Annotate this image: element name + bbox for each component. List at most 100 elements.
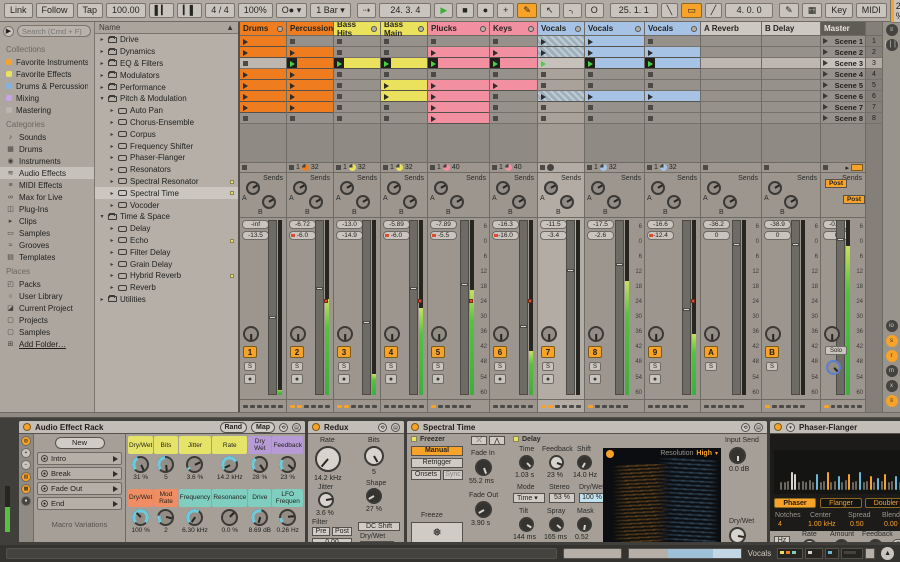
macro-knob[interactable] — [132, 508, 150, 526]
clip-slot[interactable] — [381, 58, 427, 69]
arm-button[interactable]: ● — [432, 374, 444, 384]
clip-slot[interactable] — [381, 91, 427, 102]
macro-value[interactable]: 0.0 % — [221, 527, 238, 534]
clip-slot[interactable] — [645, 113, 700, 124]
clip-slot[interactable] — [585, 80, 644, 91]
clip-stop-icon[interactable] — [384, 39, 389, 44]
spectral-title-bar[interactable]: Spectral Time ⟲ ▤ — [407, 421, 767, 434]
spray-value[interactable]: 165 ms — [544, 534, 567, 541]
clip-slot[interactable] — [287, 58, 333, 69]
sidebar-item-samples[interactable]: ▭ Samples — [0, 227, 94, 239]
clip-stop-icon[interactable] — [384, 50, 389, 55]
draw-pencil-icon[interactable]: ✎ — [779, 3, 799, 18]
hot-swap-icon[interactable]: ⟲ — [279, 422, 288, 432]
amount-knob[interactable] — [834, 539, 849, 542]
arm-button[interactable]: ● — [244, 374, 256, 384]
clip-play-icon[interactable] — [290, 82, 295, 89]
tree-caret-icon[interactable]: ▸ — [109, 166, 115, 173]
scene-play-icon[interactable] — [823, 82, 828, 88]
blend-value[interactable]: 0.00 — [884, 521, 898, 528]
fader-handle[interactable] — [616, 262, 623, 266]
sidebar-item-max-for-live[interactable]: ∞ Max for Live — [0, 191, 94, 203]
variation-launch-icon[interactable] — [113, 470, 118, 477]
scene-number[interactable]: 5 — [866, 80, 882, 91]
sends-post_b-toggle[interactable]: Post — [843, 195, 865, 204]
fader-handle[interactable] — [520, 324, 527, 328]
rate-knob[interactable] — [802, 539, 817, 542]
tree-item-vocoder[interactable]: ▸ Vocoder — [95, 199, 238, 211]
clip-stop-icon[interactable] — [337, 83, 342, 88]
phaser-feedback-knob[interactable] — [868, 539, 883, 542]
send-b-knob[interactable] — [309, 195, 323, 209]
clip-play-icon[interactable] — [290, 71, 295, 78]
return-activator-button[interactable]: A — [704, 346, 718, 358]
freeze-button[interactable]: ❅ — [411, 522, 463, 542]
mode-dropdown[interactable]: Time ▾ — [513, 493, 545, 503]
solo-button[interactable]: S — [291, 362, 303, 371]
tree-item-delay[interactable]: ▸ Delay — [95, 223, 238, 235]
spectral-activator-led[interactable] — [411, 423, 419, 431]
clip-stop-icon[interactable] — [493, 116, 498, 121]
clip-playing-box[interactable] — [334, 58, 344, 68]
clip-stop-icon[interactable] — [648, 105, 653, 110]
volume-display[interactable]: -13.0 — [336, 220, 363, 229]
device-chain-thumbnails[interactable] — [777, 548, 876, 559]
tree-caret-icon[interactable]: ▸ — [109, 190, 115, 197]
cue-volume-knob[interactable] — [826, 360, 841, 375]
volume-fader[interactable] — [268, 220, 277, 395]
volume-fader[interactable] — [460, 220, 469, 395]
clip-slot[interactable] — [381, 36, 427, 47]
clip-stop-button[interactable] — [587, 165, 592, 170]
clip-stop-icon[interactable] — [648, 116, 653, 121]
tree-caret-icon[interactable]: ▸ — [99, 60, 105, 67]
clip-slot[interactable] — [585, 58, 644, 69]
clip-slot[interactable] — [240, 113, 286, 124]
pan-knob[interactable] — [493, 326, 509, 342]
clip-stop-button[interactable] — [703, 165, 708, 170]
clip-slot[interactable] — [240, 36, 286, 47]
pan-knob[interactable] — [290, 326, 306, 342]
rack-devices-toggle[interactable]: ▩ — [21, 484, 31, 494]
tree-item-time-space[interactable]: ▾ Time & Space — [95, 211, 238, 223]
tree-item-modulators[interactable]: ▸ Modulators — [95, 69, 238, 81]
clip-slot[interactable] — [538, 36, 584, 47]
back-to-arr-play-icon[interactable]: ▸ — [845, 164, 849, 172]
clip-slot[interactable] — [334, 80, 380, 91]
clip-stop-button[interactable] — [492, 165, 497, 170]
loop-length-field[interactable]: 4. 0. 0 — [725, 3, 774, 18]
scene-play-icon[interactable] — [823, 104, 828, 110]
clip-stop-icon[interactable] — [541, 72, 546, 77]
sidebar-item-templates[interactable]: ▤ Templates — [0, 251, 94, 263]
pan-knob[interactable] — [765, 326, 781, 342]
clip-play-icon[interactable] — [588, 49, 593, 56]
spread-value[interactable]: 0.50 — [850, 521, 864, 528]
macro-knob[interactable] — [251, 456, 269, 473]
place-item-5[interactable]: ⊞ Add Folder… — [0, 338, 94, 350]
volume-display[interactable]: -38.9 — [764, 220, 791, 229]
tree-item-resonators[interactable]: ▸ Resonators — [95, 164, 238, 176]
clip-slot[interactable] — [585, 113, 644, 124]
delay-section-toggle[interactable] — [513, 436, 519, 442]
macro-value[interactable]: 28 % — [252, 474, 267, 481]
center-value[interactable]: 1.00 kHz — [808, 521, 836, 528]
variation-camera-icon[interactable]: ● — [41, 470, 48, 477]
track-activator-button[interactable]: 7 — [541, 346, 555, 358]
clip-slot[interactable] — [287, 47, 333, 58]
redux-dc-shift-button[interactable]: DC Shift — [358, 522, 400, 531]
clip-slot[interactable] — [538, 113, 584, 124]
show-io-toggle[interactable]: io — [885, 320, 898, 332]
clip-play-icon[interactable] — [541, 49, 546, 56]
clip-slot[interactable] — [287, 80, 333, 91]
pan-knob[interactable] — [704, 326, 720, 342]
arm-button[interactable]: ● — [589, 374, 601, 384]
clip-play-icon[interactable] — [588, 93, 593, 100]
solo-cue-button[interactable]: Solo — [825, 346, 847, 355]
clip-stop-icon[interactable] — [648, 83, 653, 88]
clip-play-icon[interactable] — [648, 49, 653, 56]
rack-plus-icon[interactable]: + — [21, 448, 31, 458]
spectrum-play-led[interactable] — [606, 449, 614, 458]
scene-row[interactable]: Scene 7 — [821, 102, 865, 113]
tree-item-frequency-shifter[interactable]: ▸ Frequency Shifter — [95, 140, 238, 152]
scene-row[interactable]: Scene 4 — [821, 69, 865, 80]
clip-play-icon[interactable] — [648, 93, 653, 100]
